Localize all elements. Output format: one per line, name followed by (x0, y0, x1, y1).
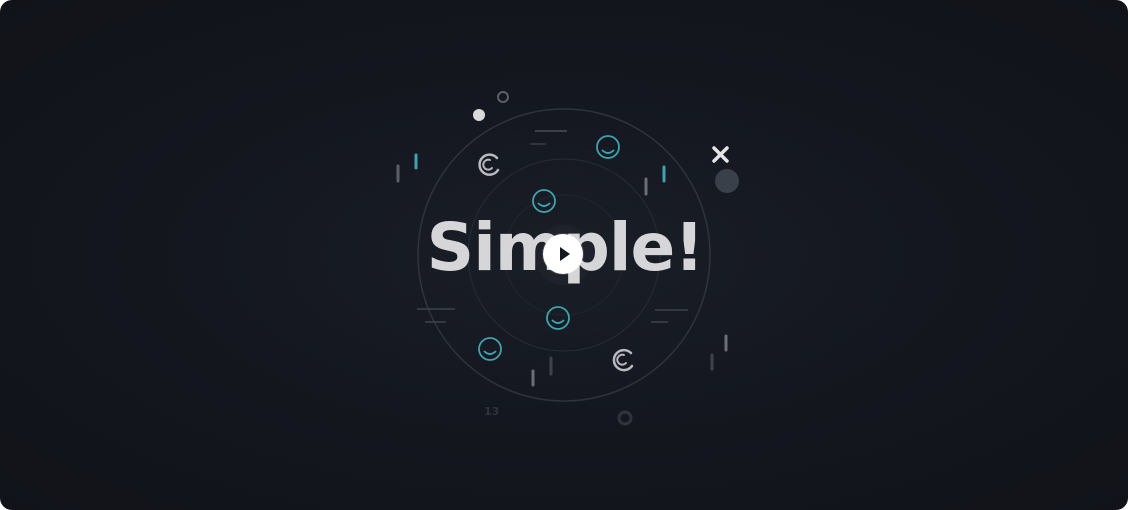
loader-arc-icon (616, 353, 627, 366)
white-dot (473, 109, 485, 121)
close-cross-icon (712, 146, 729, 163)
faint-number: 13 (484, 405, 499, 418)
smiley-icon (546, 306, 570, 330)
smiley-icon (478, 337, 502, 361)
faint-ring (617, 410, 633, 426)
play-icon (560, 247, 570, 261)
grey-blob (715, 169, 739, 193)
video-player[interactable]: 13 Simple! (0, 0, 1128, 510)
loader-arc-icon (482, 158, 493, 171)
smiley-icon (596, 135, 620, 159)
hollow-dot (497, 91, 509, 103)
play-button[interactable] (543, 234, 583, 274)
